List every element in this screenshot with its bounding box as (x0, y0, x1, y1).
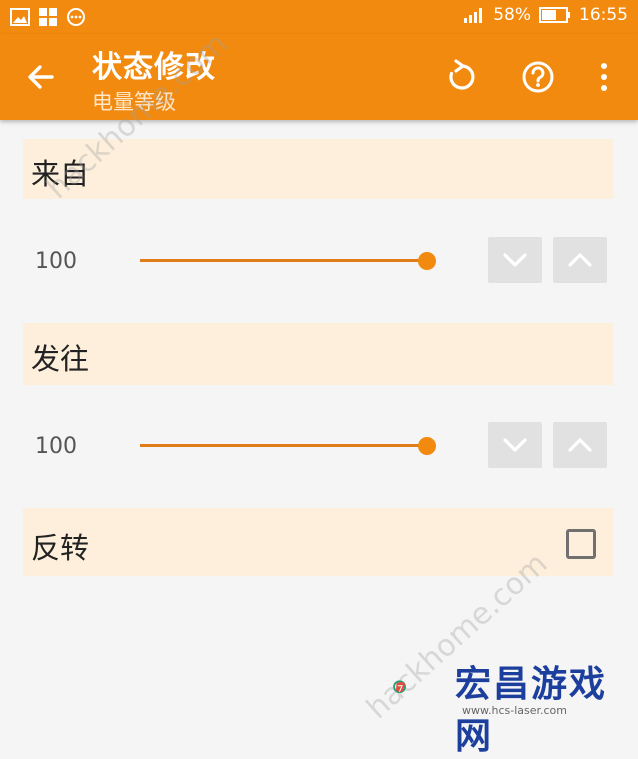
chevron-up-icon (568, 253, 592, 267)
to-label: 发往 (31, 342, 90, 376)
help-icon (522, 61, 554, 93)
from-decrease-button[interactable] (488, 237, 542, 283)
chevron-up-icon (568, 438, 592, 452)
arrow-left-icon (28, 65, 54, 89)
to-header: 发往 (23, 323, 613, 385)
apps-notification-icon (38, 7, 58, 27)
chevron-down-icon (503, 438, 527, 452)
battery-percent: 58% (493, 5, 531, 25)
to-slider[interactable] (140, 444, 427, 447)
from-slider-thumb[interactable] (418, 252, 436, 270)
to-decrease-button[interactable] (488, 422, 542, 468)
app-bar: 状态修改 电量等级 (0, 34, 638, 120)
notification-icons (10, 7, 86, 27)
status-bar: 58% 16:55 (0, 0, 638, 34)
brand-logo-icon (393, 680, 406, 694)
invert-label: 反转 (31, 531, 90, 565)
to-slider-thumb[interactable] (418, 437, 436, 455)
signal-icon (463, 7, 485, 23)
from-slider[interactable] (140, 259, 427, 262)
message-notification-icon (66, 7, 86, 27)
to-increase-button[interactable] (553, 422, 607, 468)
more-options-button[interactable] (585, 58, 623, 96)
back-button[interactable] (24, 60, 58, 94)
from-value: 100 (35, 249, 77, 274)
battery-icon (539, 7, 571, 23)
reset-button[interactable] (443, 58, 481, 96)
from-increase-button[interactable] (553, 237, 607, 283)
chevron-down-icon (503, 253, 527, 267)
brand-url: www.hcs-laser.com (462, 704, 567, 717)
more-vert-icon (601, 63, 607, 91)
help-button[interactable] (519, 58, 557, 96)
refresh-icon (449, 59, 475, 90)
clock: 16:55 (579, 5, 628, 25)
to-value: 100 (35, 434, 77, 459)
image-notification-icon (10, 8, 30, 26)
invert-checkbox[interactable] (566, 529, 596, 559)
